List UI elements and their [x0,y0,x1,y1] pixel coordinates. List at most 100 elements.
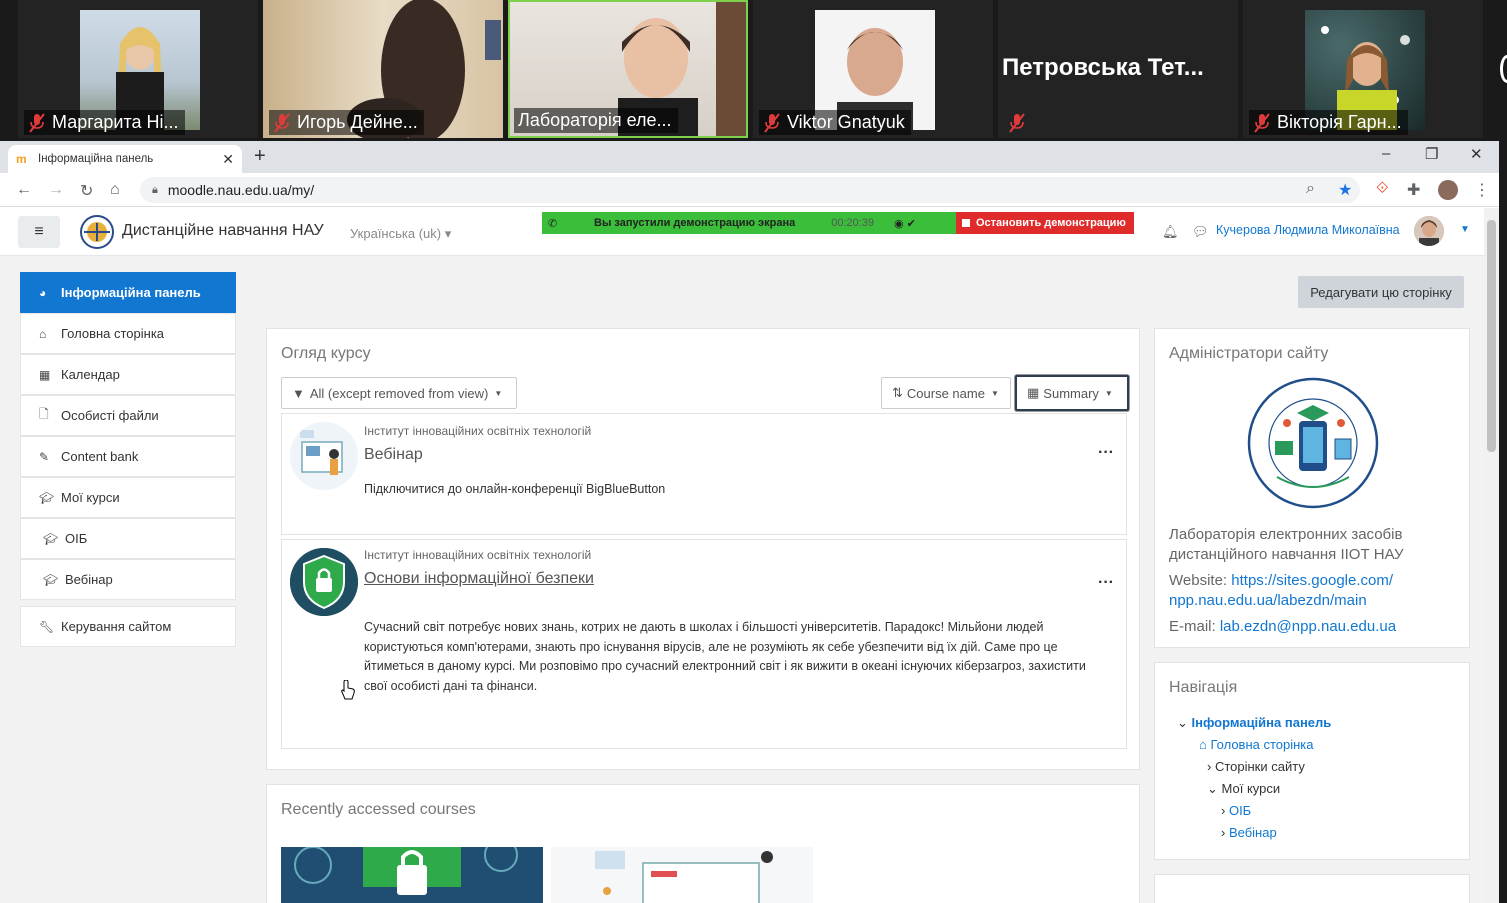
recent-course-card[interactable] [281,847,543,903]
forward-arrow-icon[interactable]: → [48,181,64,199]
nav-tree-label: Головна сторінка [1210,737,1314,752]
grouping-filter-dropdown[interactable]: ▼ All (except removed from view) ▼ [281,377,517,409]
grid-icon: ▦ [1027,385,1040,400]
maximize-button[interactable]: ❐ [1425,145,1438,163]
website-link[interactable]: https://sites.google.com/ [1231,572,1393,589]
muted-mic-icon [1009,113,1025,133]
email-line: E-mail: lab.ezdn@npp.nau.edu.ua [1169,617,1396,637]
nav-item-label: Календар [61,367,120,382]
extension-cast-icon[interactable]: ⟐ [1376,180,1389,198]
reload-icon[interactable]: ↻ [80,181,93,201]
file-icon: 🗋︎ [39,407,49,421]
mouse-cursor-icon [341,680,355,700]
nav-tree-course-webinar[interactable]: › Вебінар [1221,825,1277,840]
recent-course-card[interactable] [551,847,813,903]
nav-item-private-files[interactable]: 🗋︎ Особисті файли [20,395,236,436]
website-link-cont[interactable]: npp.nau.edu.ua/labezdn/main [1169,592,1367,609]
new-tab-button[interactable]: + [254,145,266,168]
nav-item-label: Керування сайтом [61,619,172,634]
edit-page-button[interactable]: Редагувати цю сторінку [1298,276,1464,308]
participant-tile[interactable]: Маргарита Ні... [18,0,258,138]
participant-tile[interactable]: Игорь Дейне... [263,0,503,138]
nav-tree-label: Інформаційна панель [1191,715,1332,730]
chat-icon[interactable]: 💬︎ [1192,224,1209,240]
browser-tab[interactable]: m Інформаційна панель ✕ [8,145,242,173]
lock-icon: 🔒︎ [152,183,158,196]
url-text: moodle.nau.edu.ua/my/ [167,182,315,198]
nav-tree-home[interactable]: ⌂ Головна сторінка [1199,737,1314,752]
nav-tree-course-oib[interactable]: › ОІБ [1221,803,1251,818]
nav-item-site-admin[interactable]: 🔧︎ Керування сайтом [20,606,236,647]
block-title: Огляд курсу [281,345,371,362]
course-category: Інститут інноваційних освітніх технологі… [364,424,592,438]
user-name[interactable]: Кучерова Людмила Миколаївна [1216,223,1400,237]
nav-tree-label: ОІБ [1228,803,1252,818]
zoom-icon[interactable]: ⌕ [1306,180,1315,198]
close-tab-icon[interactable]: ✕ [222,151,234,168]
page-scrollbar[interactable] [1484,208,1499,903]
participant-tile[interactable]: Петровська Тет... [998,0,1238,138]
graduation-cap-icon: 🎓︎ [43,531,59,546]
browser-menu-icon[interactable]: ⋮ [1474,180,1490,200]
nav-item-course-oib[interactable]: 🎓︎ ОІБ [20,518,236,559]
nav-item-dashboard[interactable]: ◕ Інформаційна панель [20,272,236,313]
minimize-button[interactable]: – [1382,145,1390,162]
url-input[interactable]: 🔒︎ moodle.nau.edu.ua/my/ [140,177,1360,203]
participant-name: Игорь Дейне... [297,112,418,132]
menu-toggle-button[interactable]: ≡ [18,216,60,248]
chevron-down-icon: ▼ [990,388,999,398]
course-actions-menu-icon[interactable]: ··· [1098,574,1114,592]
scrollbar-thumb[interactable] [1487,220,1496,452]
participant-tile[interactable]: Viktor Gnatyuk [753,0,993,138]
participant-tile[interactable]: Вікторія Гарн... [1243,0,1483,138]
email-label: E-mail: [1169,618,1216,635]
language-selector[interactable]: Українська (uk) ▾ [350,226,451,242]
view-mode-dropdown[interactable]: ▦ Summary ▼ [1015,375,1129,411]
participant-name-bar [1004,111,1032,135]
site-name[interactable]: Дистанційне навчання НАУ [122,222,324,240]
video-strip: Маргарита Ні... Игорь Дейне... Лаборатор… [0,0,1507,140]
muted-mic-icon [29,112,45,133]
close-window-button[interactable]: ✕ [1470,145,1483,163]
nav-tree-dashboard[interactable]: ⌄ Інформаційна панель [1177,715,1331,731]
left-nav-drawer: ◕ Інформаційна панель ⌂ Головна сторінка… [20,272,236,647]
sort-dropdown[interactable]: ⇅ Course name ▼ [881,377,1011,409]
nav-item-label: Головна сторінка [61,326,165,341]
nav-item-calendar[interactable]: ▦ Календар [20,354,236,395]
participant-name-bar: Маргарита Ні... [24,110,185,135]
chevron-right-icon: › [1221,803,1229,818]
course-overview-block: Огляд курсу ▼ All (except removed from v… [266,328,1140,770]
course-image [290,548,358,616]
nav-item-home[interactable]: ⌂ Головна сторінка [20,313,236,354]
block-title: Адміністратори сайту [1169,345,1329,362]
muted-mic-icon [274,112,290,133]
bell-icon[interactable]: 🔔︎ [1162,224,1179,240]
stop-share-button[interactable]: Остановить демонстрацию [956,212,1134,234]
email-link[interactable]: lab.ezdn@npp.nau.edu.ua [1220,618,1396,635]
extensions-puzzle-icon[interactable]: ✚ [1407,180,1420,200]
user-menu-caret-icon[interactable]: ▼ [1460,224,1470,235]
participant-name-bar: Viktor Gnatyuk [759,110,911,135]
course-actions-menu-icon[interactable]: ··· [1098,444,1114,462]
avatar[interactable] [1414,216,1444,246]
nav-item-course-webinar[interactable]: 🎓︎ Вебінар [20,559,236,600]
participant-tile-active-speaker[interactable]: Лабораторія еле... [508,0,748,138]
course-name-link[interactable]: Основи інформаційної безпеки [364,570,594,588]
back-arrow-icon[interactable]: ← [16,181,32,199]
bookmark-star-icon[interactable]: ★ [1338,180,1352,200]
course-category: Інститут інноваційних освітніх технологі… [364,548,592,562]
nav-tree-site-pages[interactable]: › Сторінки сайту [1207,759,1305,774]
nav-item-content-bank[interactable]: ✎ Content bank [20,436,236,477]
website-line: Website: https://sites.google.com/ [1169,571,1393,591]
nav-tree-my-courses[interactable]: ⌄ Мої курси [1207,781,1280,797]
profile-avatar[interactable] [1438,180,1458,200]
home-icon[interactable]: ⌂ [110,181,120,199]
share-status-text: Вы запустили демонстрацию экрана [594,217,796,229]
next-page-arrow-icon[interactable] [1500,55,1507,83]
nav-item-my-courses[interactable]: 🎓︎ Мої курси [20,477,236,518]
muted-mic-icon [1254,112,1270,133]
participant-name-bar: Игорь Дейне... [269,110,424,135]
nav-item-label: Content bank [61,449,139,464]
recent-courses-block: Recently accessed courses [266,784,1140,903]
course-name-link[interactable]: Вебінар [364,446,423,464]
